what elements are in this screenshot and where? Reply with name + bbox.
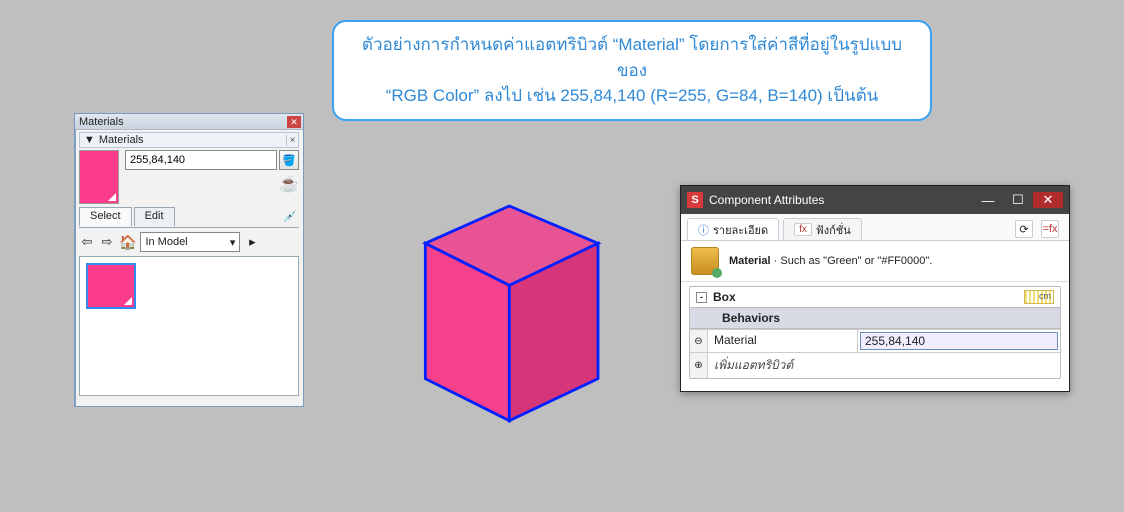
chevron-down-icon: ▾	[230, 236, 236, 249]
close-button[interactable]: ✕	[1033, 192, 1063, 208]
unit-badge[interactable]: cm	[1024, 290, 1054, 304]
create-material-button[interactable]: 🪣	[279, 150, 299, 170]
fx-icon: fx	[794, 223, 812, 236]
ca-titlebar[interactable]: S Component Attributes — ☐ ✕	[681, 186, 1069, 214]
info-icon: ⓘ	[698, 222, 709, 238]
ca-desc-text: · Such as "Green" or "#FF0000".	[774, 255, 933, 267]
ca-tab-details[interactable]: ⓘ รายละเอียด	[687, 218, 779, 240]
caption-box: ตัวอย่างการกำหนดค่าแอตทริบิวต์ “Material…	[332, 20, 932, 121]
ca-box: - Box cm Behaviors ⊖ Material 255,84,140…	[689, 286, 1061, 379]
attr-value-cell[interactable]: 255,84,140	[860, 332, 1058, 350]
collapse-icon[interactable]: ×	[286, 135, 298, 146]
home-icon[interactable]: 🏠	[119, 234, 136, 251]
model-select-value: In Model	[145, 236, 187, 248]
material-thumbnail-area	[79, 256, 299, 396]
material-swatch[interactable]	[79, 150, 119, 204]
tab-edit[interactable]: Edit	[134, 207, 175, 226]
add-attr-label[interactable]: เพิ่มแอตทริบิวต์	[708, 353, 858, 378]
details-icon[interactable]: ▸	[244, 234, 260, 250]
materials-title: Materials	[77, 116, 287, 128]
ca-tabs: ⓘ รายละเอียด fx ฟังก์ชั่น ⟳ =fx	[681, 214, 1069, 241]
caption-line-2: “RGB Color” ลงไป เช่น 255,84,140 (R=255,…	[352, 83, 912, 109]
material-library-icon[interactable]: ☕	[279, 174, 299, 194]
caption-line-1: ตัวอย่างการกำหนดค่าแอตทริบิวต์ “Material…	[352, 32, 912, 83]
materials-titlebar[interactable]: Materials ✕	[75, 114, 303, 130]
remove-attr-button[interactable]: ⊖	[690, 330, 708, 352]
app-icon: S	[687, 192, 703, 208]
ca-title-text: Component Attributes	[709, 193, 973, 207]
nav-back-icon[interactable]: ⇦	[79, 234, 95, 250]
model-select[interactable]: In Model ▾	[140, 232, 240, 252]
materials-sub-title: Materials	[99, 134, 286, 146]
cube-preview	[360, 150, 640, 430]
materials-subheader[interactable]: ▼ Materials ×	[79, 132, 299, 148]
material-thumbnail[interactable]	[86, 263, 136, 309]
ca-desc-label: Material	[729, 255, 771, 267]
expand-icon[interactable]: -	[696, 292, 707, 303]
ca-description: Material · Such as "Green" or "#FF0000".	[681, 241, 1069, 282]
maximize-button[interactable]: ☐	[1003, 192, 1033, 208]
eyedropper-icon[interactable]: 💉	[283, 210, 299, 223]
toggle-fx-icon[interactable]: =fx	[1041, 220, 1059, 238]
component-attributes-dialog: S Component Attributes — ☐ ✕ ⓘ รายละเอีย…	[680, 185, 1070, 392]
behaviors-header: Behaviors	[722, 311, 780, 325]
refresh-icon[interactable]: ⟳	[1015, 220, 1033, 238]
materials-panel: Materials ✕ ▼ Materials × 🪣 ☕	[74, 113, 304, 407]
tab-select[interactable]: Select	[79, 207, 132, 226]
close-icon[interactable]: ✕	[287, 116, 301, 128]
add-attr-button[interactable]: ⊕	[690, 353, 708, 378]
component-icon	[691, 247, 719, 275]
minimize-button[interactable]: —	[973, 193, 1003, 208]
ca-tab-functions[interactable]: fx ฟังก์ชั่น	[783, 218, 862, 240]
material-name-input[interactable]	[125, 150, 277, 170]
box-name[interactable]: Box	[713, 290, 736, 304]
attr-name-cell[interactable]: Material	[708, 330, 858, 352]
bucket-icon: 🪣	[282, 154, 296, 167]
nav-forward-icon[interactable]: ⇨	[99, 234, 115, 250]
